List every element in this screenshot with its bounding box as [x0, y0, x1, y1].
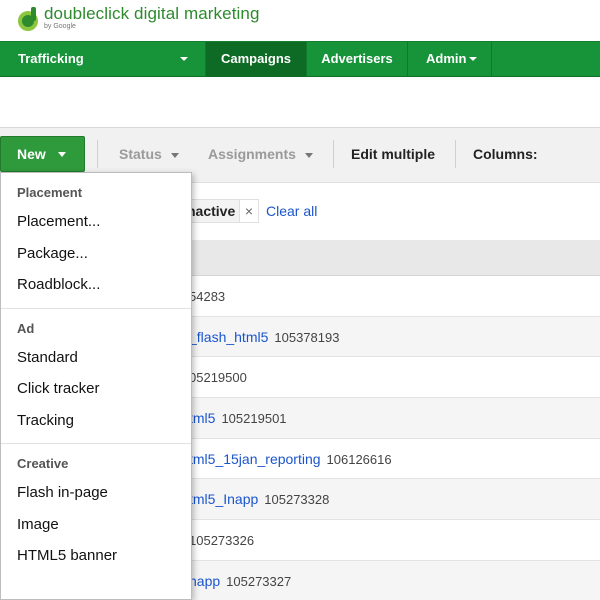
edit-multiple-button[interactable]: Edit multiple: [351, 136, 435, 172]
nav-campaigns[interactable]: Campaigns: [206, 42, 307, 77]
logo-text: doubleclick digital marketing: [44, 4, 260, 23]
nav-trafficking[interactable]: Trafficking: [0, 42, 206, 77]
menu-item-standard[interactable]: Standard: [1, 343, 191, 375]
row-id: 105273327: [226, 573, 292, 589]
menu-item-click-tracker[interactable]: Click tracker: [1, 374, 191, 406]
nav-trafficking-label: Trafficking: [18, 51, 84, 66]
status-label: Status: [119, 146, 162, 162]
menu-group-placement: Placement Placement... Package... Roadbl…: [1, 173, 191, 302]
menu-item-flash-in-page[interactable]: Flash in-page: [1, 478, 191, 510]
status-dropdown[interactable]: Status: [119, 136, 179, 172]
clear-all-link[interactable]: Clear all: [266, 203, 317, 219]
row-id: 105273328: [264, 492, 330, 508]
row-name-link[interactable]: tml5: [189, 410, 215, 426]
row-id: 54283: [189, 289, 226, 304]
chevron-down-icon: [170, 152, 179, 158]
menu-item-image[interactable]: Image: [1, 510, 191, 542]
nav-campaigns-label: Campaigns: [220, 51, 292, 66]
row-name-link[interactable]: tml5_Inapp: [189, 491, 258, 507]
nav-admin-label: Admin: [426, 51, 467, 66]
new-button-label: New: [17, 146, 46, 162]
chevron-down-icon: [180, 57, 188, 61]
menu-header-placement: Placement: [17, 185, 83, 200]
chevron-down-icon: [304, 152, 313, 158]
menu-item-html5-banner[interactable]: HTML5 banner: [1, 541, 191, 573]
menu-item-roadblock[interactable]: Roadblock...: [1, 270, 191, 302]
menu-group-creative: Creative Flash in-page Image HTML5 banne…: [1, 444, 191, 573]
menu-item-tracking[interactable]: Tracking: [1, 406, 191, 438]
new-button[interactable]: New: [0, 136, 85, 172]
row-name-link[interactable]: _flash_html5: [189, 329, 268, 345]
row-id: 105378193: [274, 329, 340, 345]
assignments-dropdown[interactable]: Assignments: [208, 136, 313, 172]
menu-item-package[interactable]: Package...: [1, 239, 191, 271]
logo-subtitle: by Google: [44, 23, 76, 30]
nav-advertisers-label: Advertisers: [321, 51, 393, 66]
row-id: 106126616: [326, 451, 392, 467]
row-name-link[interactable]: tml5_15jan_reporting: [189, 451, 321, 467]
main-nav: Trafficking Campaigns Advertisers Admin: [0, 41, 600, 77]
app-header: doubleclick digital marketing by Google: [0, 0, 600, 41]
menu-item-placement[interactable]: Placement...: [1, 207, 191, 239]
toolbar-divider: [97, 140, 98, 168]
columns-dropdown[interactable]: Columns: Placemen: [473, 136, 600, 198]
doubleclick-logo-icon[interactable]: [17, 6, 39, 32]
toolbar-divider: [333, 140, 334, 168]
row-name-link[interactable]: napp: [189, 573, 220, 589]
edit-multiple-label: Edit multiple: [351, 146, 435, 162]
nav-admin[interactable]: Admin: [408, 42, 492, 77]
menu-header-creative: Creative: [17, 456, 69, 471]
toolbar-divider: [455, 140, 456, 168]
close-icon[interactable]: ×: [239, 199, 259, 223]
assignments-label: Assignments: [208, 146, 296, 162]
new-dropdown-menu: Placement Placement... Package... Roadbl…: [0, 172, 192, 600]
menu-header-ad: Ad: [17, 320, 35, 336]
chevron-down-icon: [58, 152, 66, 157]
row-id: 105219501: [221, 411, 287, 427]
menu-group-ad: Ad Standard Click tracker Tracking: [1, 309, 191, 438]
row-id: 05219500: [189, 370, 247, 386]
filter-chip-label: nactive: [187, 203, 236, 219]
row-id: 105273326: [189, 533, 255, 549]
chevron-down-icon: [469, 57, 477, 61]
nav-advertisers[interactable]: Advertisers: [307, 42, 408, 77]
